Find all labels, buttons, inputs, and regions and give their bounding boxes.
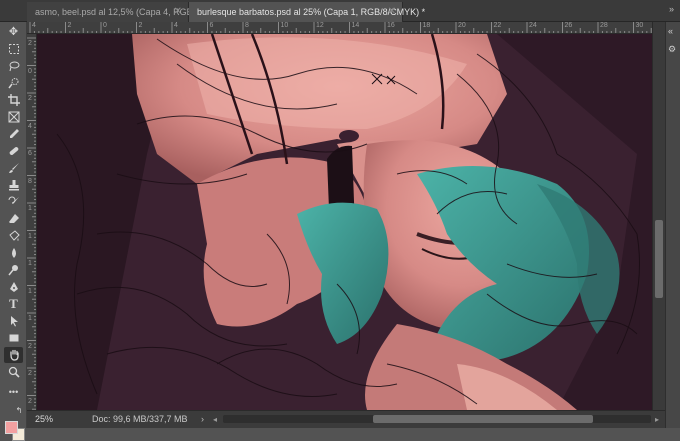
quick-select-icon[interactable] — [4, 75, 23, 91]
ruler-label: 2 — [28, 40, 32, 47]
vertical-scrollbar[interactable] — [652, 22, 665, 410]
more-tools-icon[interactable]: ••• — [4, 384, 23, 400]
horizontal-scrollbar[interactable] — [223, 415, 651, 423]
ruler-label: 2 — [28, 342, 32, 350]
brush-icon[interactable] — [4, 160, 23, 176]
rectangle-icon[interactable] — [4, 330, 23, 346]
ruler-label: 8 — [28, 177, 32, 185]
ruler-label: 4 — [32, 22, 36, 29]
ruler-label: 2 — [28, 95, 32, 102]
crop-icon[interactable] — [4, 92, 23, 108]
gear-icon[interactable]: ⚙ — [668, 44, 676, 55]
ruler-label: 1 — [28, 260, 32, 267]
history-brush-icon[interactable] — [4, 194, 23, 210]
ruler-ticks — [29, 22, 652, 33]
ruler-label: 28 — [600, 22, 608, 29]
eraser-icon[interactable] — [4, 211, 23, 227]
ruler-label: 2 — [28, 397, 32, 405]
ruler-label: 12 — [316, 22, 324, 29]
ruler-ticks — [27, 37, 36, 410]
ruler-label: 1 — [28, 232, 32, 240]
ruler-label: 10 — [280, 22, 289, 29]
frame-icon[interactable] — [4, 109, 23, 125]
path-select-icon[interactable] — [4, 313, 23, 329]
gradient-icon[interactable] — [4, 228, 23, 244]
ruler-label: 30 — [635, 22, 644, 29]
scrollbar-thumb[interactable] — [655, 220, 663, 298]
type-icon[interactable]: T — [4, 296, 23, 312]
blur-icon[interactable] — [4, 245, 23, 261]
scroll-right-icon[interactable]: ▸ — [655, 411, 659, 428]
ruler-label: 0 — [103, 22, 107, 29]
ruler-label: 2 — [28, 370, 32, 377]
eyedropper-icon[interactable] — [4, 126, 23, 142]
ruler-label: 1 — [28, 205, 32, 212]
dodge-icon[interactable] — [4, 262, 23, 278]
ruler-label: 1 — [28, 315, 32, 322]
healing-brush-icon[interactable] — [4, 143, 23, 159]
zoom-level-field[interactable]: 25% — [31, 412, 71, 426]
ruler-label: 16 — [387, 22, 395, 29]
ruler-label: 2 — [67, 22, 72, 29]
scrollbar-thumb[interactable] — [373, 415, 593, 423]
ruler-label: 2 — [138, 22, 143, 29]
ruler-label: 24 — [529, 22, 537, 29]
lasso-icon[interactable] — [4, 58, 23, 74]
ruler-label: 0 — [28, 67, 32, 75]
ruler-label: 22 — [493, 22, 502, 29]
tab-burlesque-barbatos[interactable]: burlesque barbatos.psd al 25% (Capa 1, R… — [189, 2, 425, 22]
tools-panel: ✥ T ••• ↰ — [0, 22, 27, 441]
double-chevron-left-icon[interactable]: « — [668, 26, 673, 36]
close-icon[interactable]: ✕ — [388, 2, 396, 22]
artwork — [37, 34, 652, 410]
marquee-icon[interactable] — [4, 41, 23, 57]
move-icon[interactable]: ✥ — [4, 24, 23, 40]
document-tab-bar: asmo, beel.psd al 12,5% (Capa 4, RGB/8) … — [0, 0, 680, 22]
swap-colors-icon[interactable]: ↰ — [14, 403, 24, 419]
document-canvas[interactable] — [37, 34, 652, 410]
document-size-info[interactable]: Doc: 99,6 MB/337,7 MB — [92, 411, 188, 428]
ruler-label: 4 — [28, 122, 32, 130]
ruler-label: 6 — [209, 22, 214, 29]
clone-stamp-icon[interactable] — [4, 177, 23, 193]
ruler-label: 26 — [564, 22, 573, 29]
horizontal-ruler: 420246810121416182022242628303234 — [27, 22, 652, 34]
double-chevron-right-icon[interactable]: » — [669, 4, 674, 14]
pen-icon[interactable] — [4, 279, 23, 295]
zoom-icon[interactable] — [4, 364, 23, 380]
close-icon[interactable]: ✕ — [174, 2, 182, 22]
ruler-label: 8 — [245, 22, 249, 29]
tab-asmo-beel[interactable]: asmo, beel.psd al 12,5% (Capa 4, RGB/8) … — [27, 2, 209, 22]
ruler-label: 20 — [458, 22, 466, 29]
tab-label: asmo, beel.psd al 12,5% (Capa 4, RGB/8) … — [35, 7, 210, 17]
ruler-label: 14 — [351, 22, 360, 29]
collapsed-panel-strip: « ⚙ — [665, 22, 680, 428]
hand-icon[interactable] — [4, 347, 23, 363]
ruler-label: 4 — [174, 22, 178, 29]
status-bar: 25% Doc: 99,6 MB/337,7 MB › ◂ ▸ — [27, 410, 665, 428]
ruler-label: 18 — [422, 22, 431, 29]
vertical-ruler: 2 0 2 4 6 8 1 1 1 1 1 2 2 2 — [27, 34, 37, 410]
ruler-label: 6 — [28, 150, 32, 157]
scroll-left-icon[interactable]: ◂ — [213, 411, 217, 428]
chevron-right-icon[interactable]: › — [201, 411, 204, 428]
ruler-label: 1 — [28, 287, 32, 295]
